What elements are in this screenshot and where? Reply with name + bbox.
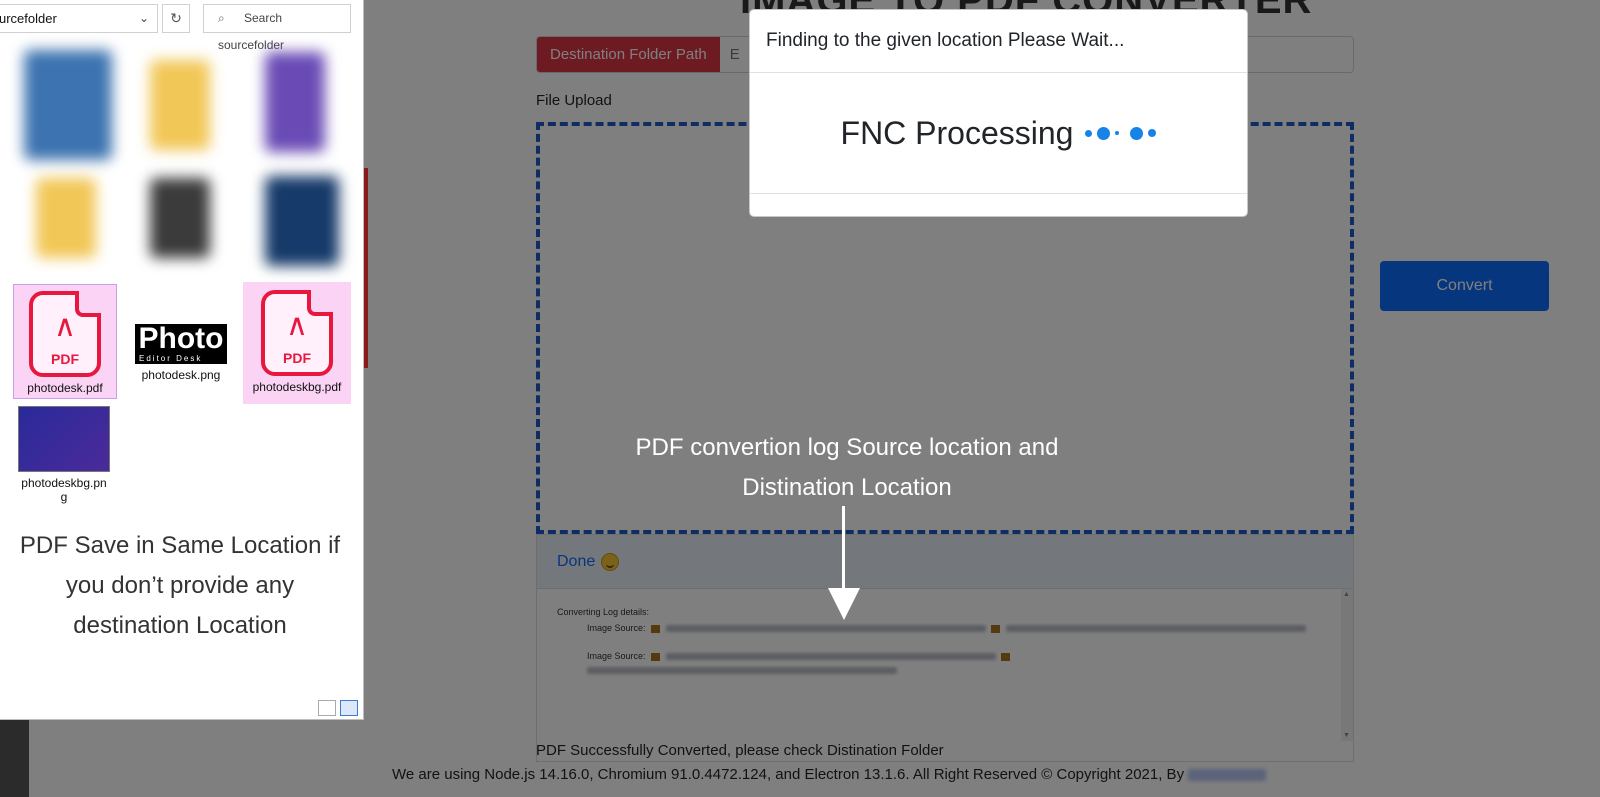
file-explorer-window: urcefolder ⌄ ↻ ⌕ Search sourcefolder ∧ PD… bbox=[0, 0, 364, 720]
pdf-icon-label: PDF bbox=[283, 350, 311, 366]
modal-body: FNC Processing bbox=[750, 73, 1247, 194]
file-item-photodesk-png[interactable]: Photo Editor Desk photodesk.png bbox=[126, 284, 236, 399]
blurred-thumbnail[interactable] bbox=[24, 50, 112, 160]
details-view-icon[interactable] bbox=[318, 700, 336, 716]
search-input[interactable]: ⌕ Search sourcefolder bbox=[203, 4, 351, 52]
blurred-thumbnail[interactable] bbox=[265, 52, 325, 152]
file-item-photodeskbg-png[interactable]: photodeskbg.pn g bbox=[16, 406, 112, 506]
file-item-photodeskbg-pdf[interactable]: ∧ PDF photodeskbg.pdf bbox=[243, 282, 351, 404]
down-arrow-icon bbox=[828, 588, 860, 620]
loading-spinner-icon bbox=[1085, 126, 1157, 140]
spinner-dot bbox=[1097, 126, 1111, 140]
address-bar[interactable]: urcefolder ⌄ bbox=[0, 4, 158, 33]
view-toggle bbox=[318, 700, 358, 716]
pdf-file-icon: ∧ PDF bbox=[261, 290, 333, 376]
file-item-photodesk-pdf[interactable]: ∧ PDF photodesk.pdf bbox=[13, 284, 117, 399]
photo-editor-logo-thumbnail: Photo Editor Desk bbox=[135, 324, 227, 364]
blurred-thumbnail[interactable] bbox=[150, 178, 210, 258]
same-location-note: PDF Save in Same Location if you don’t p… bbox=[19, 532, 341, 639]
pdf-icon-label: PDF bbox=[51, 351, 79, 367]
refresh-icon[interactable]: ↻ bbox=[162, 4, 190, 33]
file-name: photodeskbg.pn g bbox=[21, 476, 107, 504]
taskbar bbox=[0, 720, 29, 797]
spinner-dot bbox=[1130, 126, 1144, 140]
file-name: photodesk.pdf bbox=[27, 381, 103, 395]
processing-modal: Finding to the given location Please Wai… bbox=[749, 9, 1248, 217]
spinner-dot bbox=[1148, 129, 1157, 137]
acrobat-icon: ∧ bbox=[54, 310, 76, 343]
blurred-thumbnail[interactable] bbox=[265, 176, 339, 266]
modal-title: Finding to the given location Please Wai… bbox=[750, 10, 1247, 73]
pdf-file-icon: ∧ PDF bbox=[29, 291, 101, 377]
image-thumbnail bbox=[18, 406, 110, 472]
spinner-dot bbox=[1115, 131, 1120, 135]
search-icon: ⌕ bbox=[218, 11, 225, 25]
acrobat-icon: ∧ bbox=[286, 309, 308, 342]
spinner-dot bbox=[1085, 129, 1093, 137]
window-edge bbox=[364, 168, 368, 368]
blurred-thumbnail[interactable] bbox=[150, 60, 210, 150]
log-callout-annotation: PDF convertion log Source location and D… bbox=[635, 434, 1059, 501]
file-name: photodeskbg.pdf bbox=[252, 380, 342, 394]
logo-subtext: Editor Desk bbox=[139, 354, 203, 363]
callout-arrow-line bbox=[842, 506, 845, 590]
address-path: urcefolder bbox=[0, 11, 57, 26]
blurred-thumbnail[interactable] bbox=[36, 178, 96, 258]
large-icons-view-icon[interactable] bbox=[340, 700, 358, 716]
file-name: photodesk.png bbox=[141, 368, 221, 382]
chevron-down-icon[interactable]: ⌄ bbox=[139, 5, 149, 32]
logo-text: Photo bbox=[138, 324, 224, 355]
processing-text: FNC Processing bbox=[840, 114, 1074, 151]
